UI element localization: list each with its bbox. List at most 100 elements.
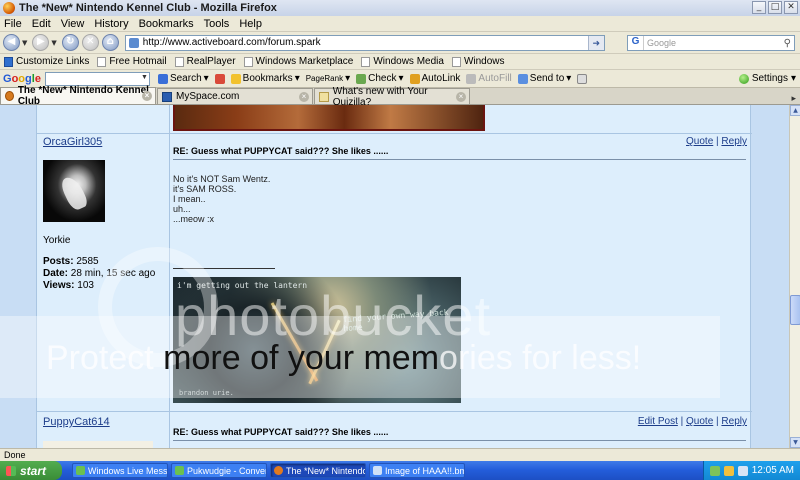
quote-link[interactable]: Quote (686, 136, 713, 147)
close-button[interactable]: ✕ (784, 1, 798, 14)
pagerank-indicator[interactable]: PageRank ▾ (306, 73, 350, 84)
tab-nintendo-kennel-club[interactable]: The *New* Nintendo Kennel Club × (0, 85, 156, 107)
tab-list-icon[interactable]: ▸ (791, 93, 796, 104)
check-label: Check (368, 73, 397, 84)
network-icon[interactable] (723, 465, 734, 476)
menu-tools[interactable]: Tools (204, 18, 230, 30)
volume-icon[interactable] (737, 465, 748, 476)
bookmark-customize-links[interactable]: Customize Links (4, 56, 89, 67)
autofill-button[interactable]: AutoFill (466, 73, 512, 84)
menu-view[interactable]: View (61, 18, 85, 30)
google-search-button[interactable]: Search ▾ (157, 73, 209, 84)
reply-link[interactable]: Reply (721, 416, 747, 427)
subject-underline (173, 440, 746, 441)
stop-button[interactable]: ✕ (81, 34, 99, 51)
post-line: it's SAM ROSS. (173, 184, 237, 194)
menu-file[interactable]: File (4, 18, 22, 30)
site-favicon-icon (128, 37, 139, 48)
back-history-dropdown-icon[interactable]: ▼ (22, 39, 27, 47)
post-line: No it's NOT Sam Wentz. (173, 174, 271, 184)
home-button[interactable]: ⌂ (101, 34, 119, 51)
bookmark-free-hotmail[interactable]: Free Hotmail (97, 56, 167, 67)
messenger-tray-icon[interactable] (709, 465, 720, 476)
status-bar: Done (0, 448, 800, 461)
google-search-label: Search (169, 73, 202, 84)
scroll-up-arrow-icon[interactable]: ▲ (790, 105, 800, 116)
post-author-link[interactable]: OrcaGirl305 (43, 136, 102, 148)
post-author-link[interactable]: PuppyCat614 (43, 416, 110, 428)
popup-blocker-button[interactable] (214, 73, 225, 84)
close-tab-icon[interactable]: × (299, 92, 309, 102)
taskbar-item-conversation[interactable]: Pukwudgie - Convers... (171, 463, 267, 478)
search-icon[interactable]: ⚲ (784, 38, 791, 49)
reply-link[interactable]: Reply (721, 136, 747, 147)
forward-button[interactable]: ▶ (32, 34, 50, 51)
settings-label: Settings (751, 73, 788, 84)
start-button[interactable]: start (0, 461, 62, 480)
tab-quizilla[interactable]: What's new with Your Quizilla? × (314, 86, 470, 108)
bookmark-label: Windows Media (373, 56, 444, 67)
close-tab-icon[interactable]: × (142, 91, 152, 101)
post-subject: RE: Guess what PUPPYCAT said??? She like… (173, 146, 389, 156)
reload-button[interactable]: ↻ (61, 34, 79, 51)
subject-underline (173, 159, 746, 160)
close-tab-icon[interactable]: × (456, 92, 466, 102)
start-label: start (20, 463, 47, 478)
back-button[interactable]: ◀ (3, 34, 20, 51)
google-logo[interactable]: Google (3, 73, 41, 85)
google-search-field[interactable] (44, 71, 150, 86)
author-avatar (43, 160, 105, 222)
messenger-icon (175, 466, 184, 475)
pagerank-label: PageRank (305, 74, 344, 83)
bookmark-label: RealPlayer (186, 56, 236, 67)
bookmark-label: Free Hotmail (109, 56, 167, 67)
vertical-scrollbar[interactable]: ▲ ▼ (789, 105, 800, 448)
menu-help[interactable]: Help (239, 18, 262, 30)
tab-myspace[interactable]: MySpace.com × (157, 88, 313, 104)
taskbar-item-image-viewer[interactable]: Image of HAAA!!.bm... (369, 463, 465, 478)
search-input[interactable]: G Google ⚲ (627, 35, 795, 51)
task-label: The *New* Nintendo ... (286, 465, 366, 476)
post-line: ...meow :x (173, 214, 215, 224)
url-bar[interactable]: http://www.activeboard.com/forum.spark ➜ (124, 34, 605, 51)
google-settings-button[interactable]: Settings ▾ (738, 73, 796, 84)
bookmark-windows[interactable]: Windows (451, 56, 505, 67)
spell-check-button[interactable]: Check ▾ (356, 73, 404, 84)
views-count: 103 (77, 280, 94, 291)
page-icon (243, 56, 253, 67)
menu-history[interactable]: History (94, 18, 128, 30)
post-actions: Edit Post | Quote | Reply (637, 416, 747, 427)
menu-bar: File Edit View History Bookmarks Tools H… (0, 16, 800, 32)
author-rank: Yorkie (43, 235, 71, 246)
window-title: The *New* Nintendo Kennel Club - Mozilla… (19, 2, 277, 14)
watermark-text: Protect more of your memories for less! (46, 339, 642, 377)
navigation-toolbar: ◀ ▼ ▶ ▼ ↻ ✕ ⌂ http://www.activeboard.com… (0, 32, 800, 54)
taskbar-item-messenger[interactable]: Windows Live Messen... (72, 463, 168, 478)
clock[interactable]: 12:05 AM (752, 465, 794, 476)
page-icon (174, 56, 184, 67)
highlight-button[interactable] (577, 73, 588, 84)
menu-bookmarks[interactable]: Bookmarks (139, 18, 194, 30)
bookmark-realplayer[interactable]: RealPlayer (174, 56, 236, 67)
windows-flag-icon (6, 465, 16, 476)
go-button[interactable]: ➜ (587, 35, 604, 50)
bookmark-windows-marketplace[interactable]: Windows Marketplace (243, 56, 353, 67)
firefox-icon (274, 466, 283, 475)
send-to-button[interactable]: Send to ▾ (517, 73, 571, 84)
post-actions: Quote | Reply (686, 136, 747, 147)
forward-history-dropdown-icon[interactable]: ▼ (51, 39, 56, 47)
google-bookmarks-button[interactable]: Bookmarks ▾ (230, 73, 300, 84)
autolink-button[interactable]: AutoLink (409, 73, 460, 84)
edit-post-link[interactable]: Edit Post (638, 416, 678, 427)
minimize-button[interactable]: _ (752, 1, 766, 14)
google-engine-icon[interactable]: G (628, 36, 644, 50)
maximize-button[interactable]: □ (768, 1, 782, 14)
menu-edit[interactable]: Edit (32, 18, 51, 30)
bookmark-windows-media[interactable]: Windows Media (361, 56, 444, 67)
autolink-icon (409, 73, 420, 84)
scroll-thumb[interactable] (790, 295, 800, 325)
taskbar-item-firefox[interactable]: The *New* Nintendo ... (270, 463, 366, 478)
scroll-down-arrow-icon[interactable]: ▼ (790, 437, 800, 448)
url-text: http://www.activeboard.com/forum.spark (142, 37, 321, 48)
quote-link[interactable]: Quote (686, 416, 713, 427)
